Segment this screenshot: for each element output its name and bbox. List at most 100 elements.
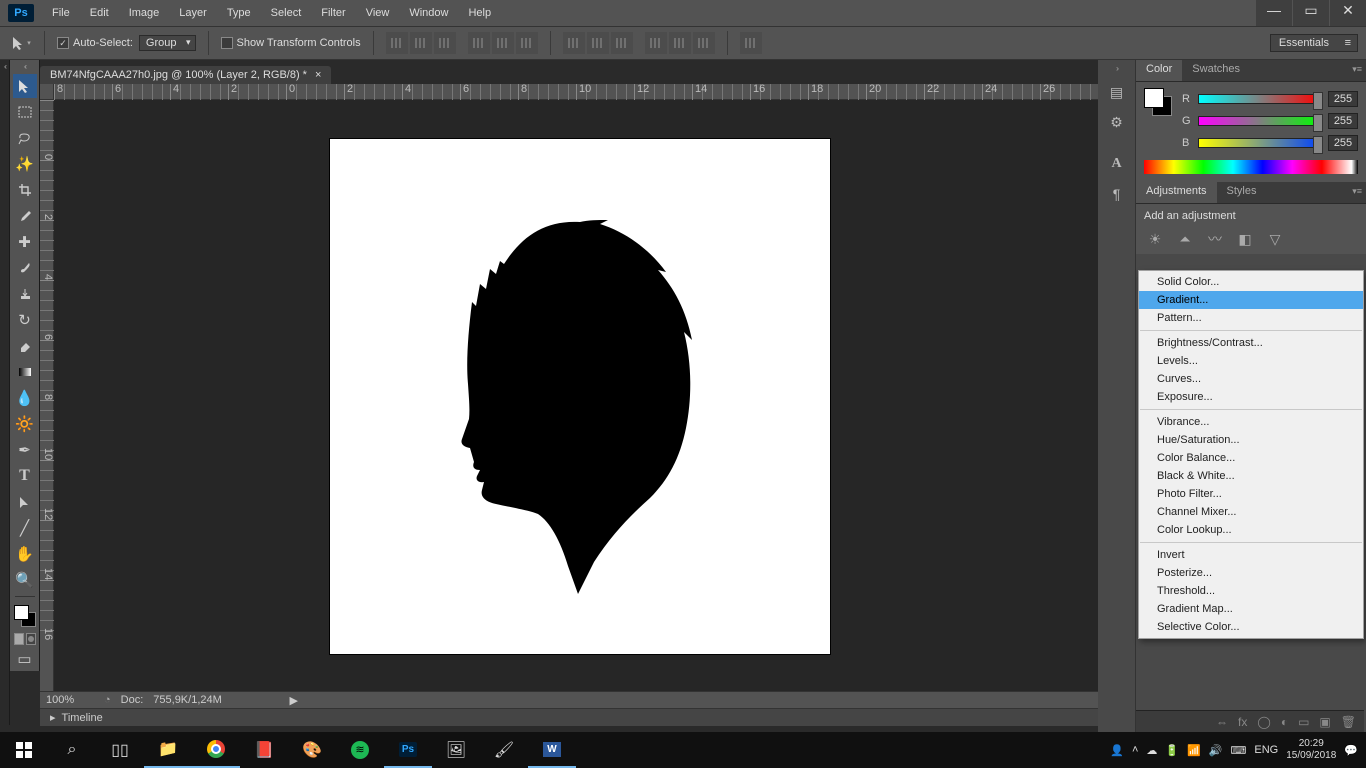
curves-icon[interactable]: 〰	[1204, 230, 1226, 248]
layer-mask-icon[interactable]: ◯	[1257, 715, 1270, 729]
wifi-icon[interactable]: 📶	[1187, 744, 1201, 757]
clone-stamp-tool[interactable]	[13, 282, 37, 306]
gradient-tool[interactable]	[13, 360, 37, 384]
distribute-vcenter-icon[interactable]	[587, 32, 609, 54]
menu-item-vibrance[interactable]: Vibrance...	[1139, 413, 1363, 431]
distribute-left-icon[interactable]	[645, 32, 667, 54]
screen-mode-button[interactable]: ▭	[13, 647, 37, 671]
start-button[interactable]	[0, 732, 48, 768]
foreground-background-swatch[interactable]	[14, 605, 36, 627]
fill-adjustment-icon[interactable]: ◐	[1281, 715, 1288, 729]
tab-color[interactable]: Color	[1136, 60, 1182, 81]
menu-item-selective-color[interactable]: Selective Color...	[1139, 618, 1363, 636]
g-slider[interactable]	[1198, 116, 1322, 126]
tab-swatches[interactable]: Swatches	[1182, 60, 1250, 81]
doc-info-icon[interactable]: ◔	[104, 694, 111, 706]
distribute-right-icon[interactable]	[693, 32, 715, 54]
horizontal-ruler[interactable]: 864202468101214161820222426	[54, 84, 1098, 100]
crop-tool[interactable]	[13, 178, 37, 202]
taskbar-photoshop[interactable]: Ps	[384, 732, 432, 768]
layer-style-icon[interactable]: fx	[1238, 715, 1247, 729]
ruler-origin[interactable]	[40, 84, 54, 100]
menu-item-photo-filter[interactable]: Photo Filter...	[1139, 485, 1363, 503]
volume-icon[interactable]: 🔊	[1209, 744, 1223, 757]
document-tab[interactable]: BM74NfgCAAA27h0.jpg @ 100% (Layer 2, RGB…	[40, 66, 331, 84]
timeline-panel[interactable]: ▸ Timeline	[40, 708, 1098, 726]
spectrum-ramp[interactable]	[1144, 160, 1358, 174]
menu-file[interactable]: File	[42, 0, 80, 26]
dock-collapse-left[interactable]	[0, 60, 10, 725]
levels-icon[interactable]: ⏶	[1174, 230, 1196, 248]
menu-image[interactable]: Image	[119, 0, 170, 26]
auto-select-checkbox[interactable]: Auto-Select:	[57, 37, 133, 49]
onedrive-icon[interactable]: ☁	[1146, 744, 1157, 757]
r-slider[interactable]	[1198, 94, 1322, 104]
history-brush-tool[interactable]: ↻	[13, 308, 37, 332]
move-tool[interactable]	[13, 74, 37, 98]
g-value[interactable]: 255	[1328, 113, 1358, 129]
group-icon[interactable]: ▭	[1298, 715, 1309, 729]
blur-tool[interactable]: 💧	[13, 386, 37, 410]
window-close-button[interactable]: ✕	[1330, 0, 1366, 26]
window-maximize-button[interactable]: ▭	[1293, 0, 1329, 26]
menu-help[interactable]: Help	[458, 0, 501, 26]
taskbar-file-explorer[interactable]: 📁	[144, 732, 192, 768]
b-value[interactable]: 255	[1328, 135, 1358, 151]
menu-item-threshold[interactable]: Threshold...	[1139, 582, 1363, 600]
auto-select-target-dropdown[interactable]: Group	[139, 35, 196, 51]
magic-wand-tool[interactable]: ✨	[13, 152, 37, 176]
taskbar-word[interactable]: W	[528, 732, 576, 768]
doc-info-arrow-icon[interactable]: ▶	[290, 694, 298, 707]
pen-tool[interactable]: ✒	[13, 438, 37, 462]
delete-layer-icon[interactable]: 🗑	[1341, 715, 1356, 729]
align-hcenter-icon[interactable]	[492, 32, 514, 54]
paragraph-panel-icon[interactable]: ¶	[1103, 180, 1131, 208]
auto-align-layers-icon[interactable]	[740, 32, 762, 54]
clock[interactable]: 20:29 15/09/2018	[1286, 738, 1336, 762]
menu-item-pattern[interactable]: Pattern...	[1139, 309, 1363, 327]
menu-item-black-white[interactable]: Black & White...	[1139, 467, 1363, 485]
notifications-icon[interactable]: 💬	[1344, 744, 1358, 757]
tab-styles[interactable]: Styles	[1217, 182, 1267, 203]
hand-tool[interactable]: ✋	[13, 542, 37, 566]
dodge-tool[interactable]: 🔆	[13, 412, 37, 436]
menu-item-invert[interactable]: Invert	[1139, 546, 1363, 564]
taskbar-app-1[interactable]: 📕	[240, 732, 288, 768]
zoom-level[interactable]: 100%	[46, 694, 94, 706]
exposure-icon[interactable]: ◧	[1234, 230, 1256, 248]
menu-item-color-lookup[interactable]: Color Lookup...	[1139, 521, 1363, 539]
menu-item-gradient-map[interactable]: Gradient Map...	[1139, 600, 1363, 618]
character-panel-icon[interactable]: A	[1103, 150, 1131, 178]
window-minimize-button[interactable]: —	[1256, 0, 1292, 26]
menu-item-levels[interactable]: Levels...	[1139, 352, 1363, 370]
document-canvas[interactable]	[330, 139, 830, 654]
path-selection-tool[interactable]	[13, 490, 37, 514]
eyedropper-tool[interactable]	[13, 204, 37, 228]
type-tool[interactable]: T	[13, 464, 37, 488]
tray-chevron-icon[interactable]: ˄	[1132, 744, 1138, 756]
tab-adjustments[interactable]: Adjustments	[1136, 182, 1217, 203]
menu-type[interactable]: Type	[217, 0, 261, 26]
menu-item-exposure[interactable]: Exposure...	[1139, 388, 1363, 406]
menu-select[interactable]: Select	[261, 0, 312, 26]
history-panel-icon[interactable]: ▤	[1103, 78, 1131, 106]
menu-item-brightness-contrast[interactable]: Brightness/Contrast...	[1139, 334, 1363, 352]
people-icon[interactable]: 👤	[1110, 744, 1124, 757]
taskbar-photos[interactable]: 🖼	[432, 732, 480, 768]
align-right-icon[interactable]	[516, 32, 538, 54]
distribute-hcenter-icon[interactable]	[669, 32, 691, 54]
menu-item-solid-color[interactable]: Solid Color...	[1139, 273, 1363, 291]
close-icon[interactable]: ×	[315, 69, 321, 81]
distribute-top-icon[interactable]	[563, 32, 585, 54]
link-layers-icon[interactable]: ⇔	[1216, 715, 1228, 729]
color-swatch[interactable]	[1144, 88, 1172, 116]
workspace-switcher[interactable]: Essentials	[1270, 34, 1358, 52]
task-view-button[interactable]: ▯▯	[96, 732, 144, 768]
healing-brush-tool[interactable]: ✚	[13, 230, 37, 254]
show-transform-controls-checkbox[interactable]: Show Transform Controls	[221, 37, 361, 49]
eraser-tool[interactable]	[13, 334, 37, 358]
menu-item-gradient[interactable]: Gradient...	[1139, 291, 1363, 309]
keyboard-icon[interactable]: ⌨	[1231, 744, 1247, 757]
menu-item-color-balance[interactable]: Color Balance...	[1139, 449, 1363, 467]
vertical-ruler[interactable]: 0246810121416	[40, 100, 54, 691]
